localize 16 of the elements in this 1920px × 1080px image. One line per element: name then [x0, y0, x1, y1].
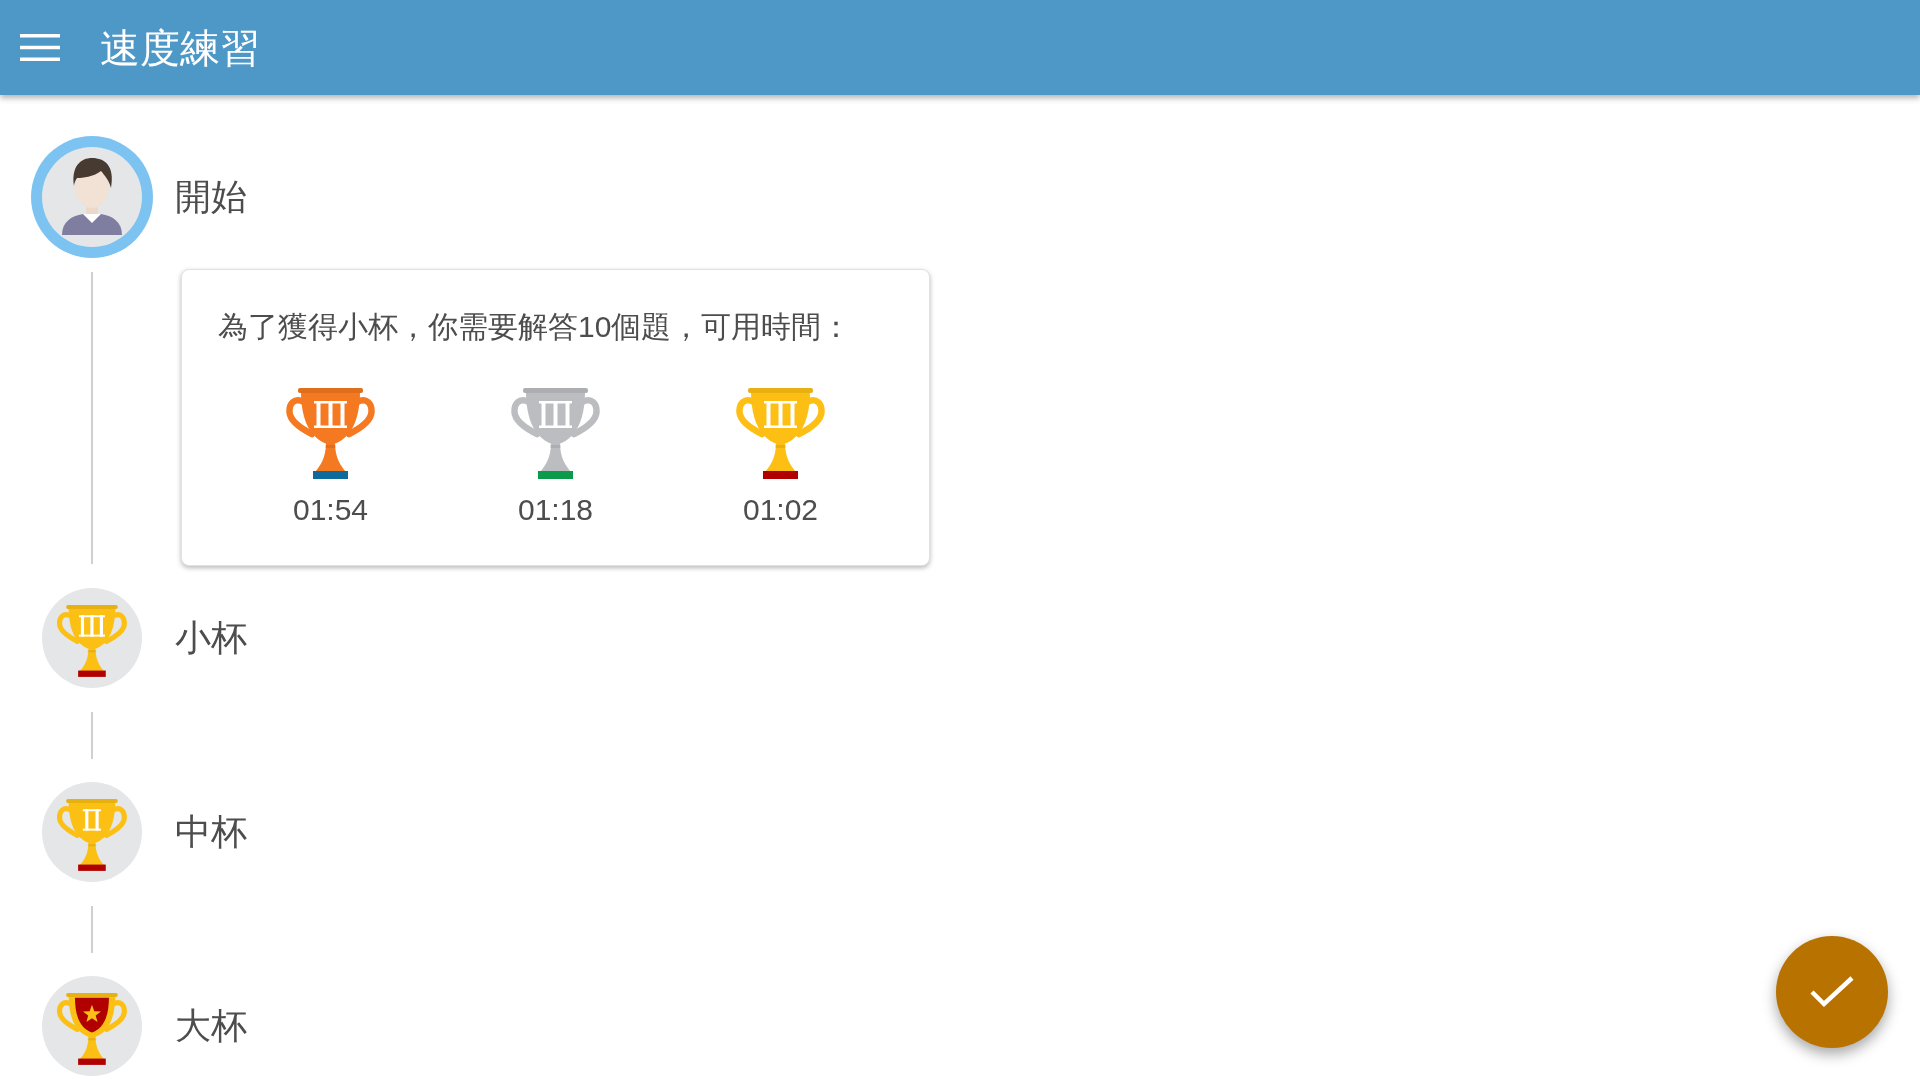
trophy-icon	[42, 976, 142, 1076]
confirm-button[interactable]	[1776, 936, 1888, 1048]
avatar-icon	[31, 136, 153, 258]
app-title: 速度練習	[100, 24, 260, 72]
time-limit: 01:02	[742, 492, 819, 528]
trophy-icon	[42, 588, 142, 688]
cup-label: 中杯	[175, 810, 247, 854]
start-label: 開始	[175, 175, 247, 219]
time-limit: 01:18	[517, 492, 594, 528]
cup-label: 大杯	[175, 1004, 247, 1048]
trophy-icon	[42, 782, 142, 882]
requirement-text: 為了獲得小杯，你需要解答10個題，可用時間：	[218, 309, 853, 345]
check-icon	[1809, 975, 1855, 1009]
menu-icon	[20, 34, 60, 61]
time-limit: 01:54	[292, 492, 369, 528]
cup-label: 小杯	[175, 616, 247, 660]
